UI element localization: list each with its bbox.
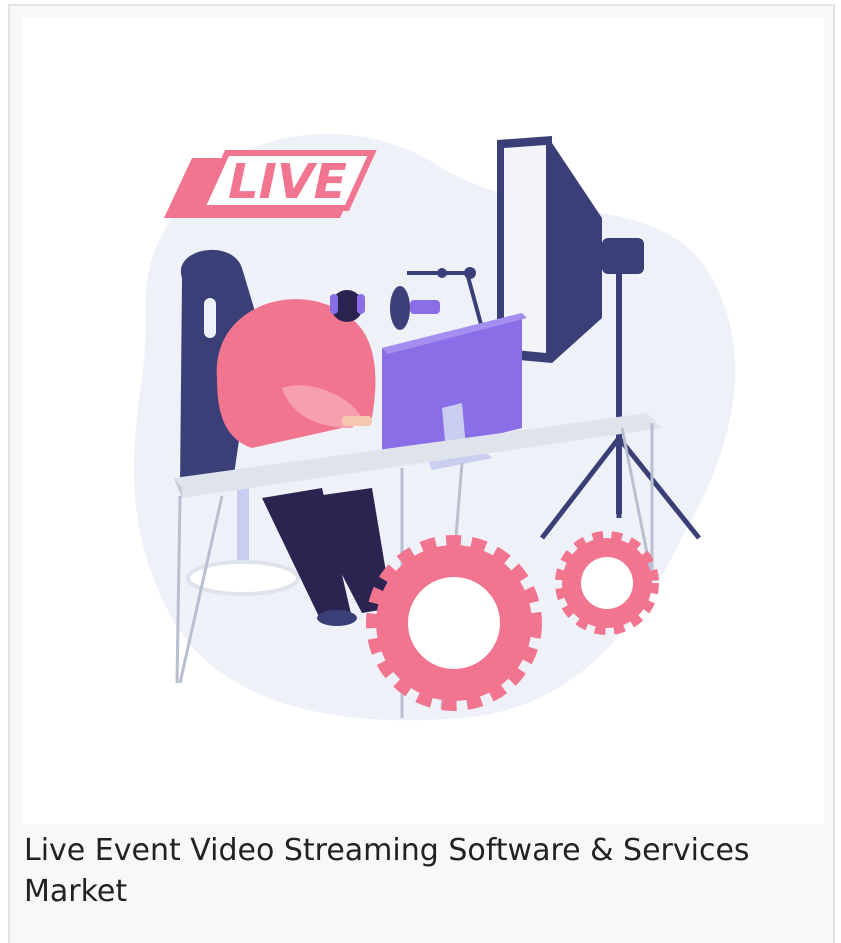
card-image[interactable]: LIVE: [22, 18, 824, 824]
live-badge-text: LIVE: [222, 154, 352, 209]
large-gear: [366, 535, 542, 711]
small-gear: [555, 531, 659, 635]
card-caption[interactable]: Live Event Video Streaming Software & Se…: [24, 824, 784, 912]
live-badge: LIVE: [164, 150, 377, 218]
product-card[interactable]: LIVE Live Event Video Streaming Software…: [8, 4, 835, 943]
live-streaming-illustration: LIVE: [133, 133, 736, 721]
